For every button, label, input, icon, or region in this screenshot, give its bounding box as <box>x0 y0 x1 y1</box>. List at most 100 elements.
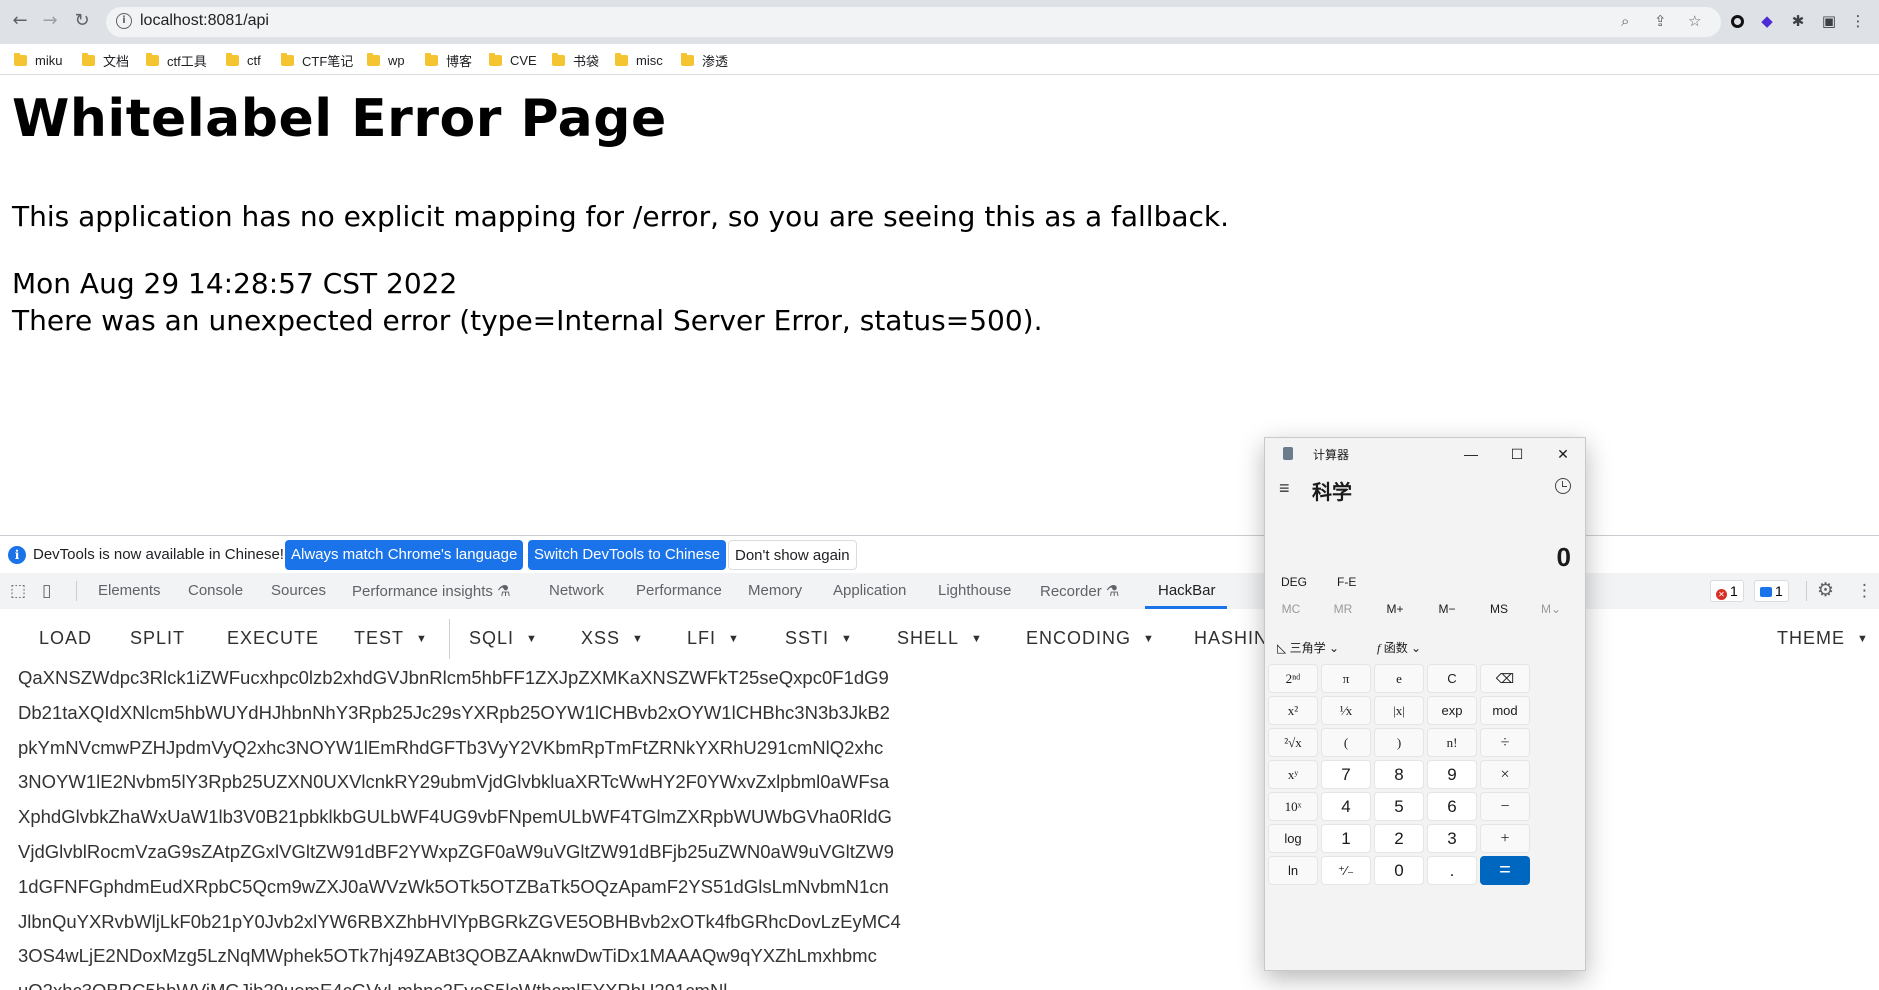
memory-clear-button[interactable]: MC <box>1265 602 1317 616</box>
memory-add-button[interactable]: M+ <box>1369 602 1421 616</box>
euler-key[interactable]: e <box>1374 664 1424 693</box>
digit-7-key[interactable]: 7 <box>1321 760 1371 789</box>
extension-diamond-icon[interactable]: ◆ <box>1757 11 1777 31</box>
history-icon[interactable] <box>1555 478 1571 494</box>
trigonometry-dropdown[interactable]: ◺ 三角学 ⌄ <box>1277 639 1339 656</box>
switch-to-chinese-button[interactable]: Switch DevTools to Chinese <box>528 540 726 570</box>
absolute-key[interactable]: |x| <box>1374 696 1424 725</box>
execute-button[interactable]: EXECUTE <box>227 628 319 649</box>
tab-performance[interactable]: Performance <box>636 582 722 599</box>
digit-9-key[interactable]: 9 <box>1427 760 1477 789</box>
hackbar-payload-textarea[interactable]: QaXNSZWdpc3Rlck1iZWFucxhpc0lzb2xhdGVJbnR… <box>0 667 1879 990</box>
calculator-titlebar[interactable]: 计算器 — ☐ ✕ <box>1265 438 1585 470</box>
site-info-icon[interactable]: i <box>116 13 132 29</box>
load-button[interactable]: LOAD <box>39 628 92 649</box>
maximize-icon[interactable]: ☐ <box>1505 442 1529 466</box>
zoom-icon[interactable]: ⌕ <box>1621 12 1629 30</box>
menu-icon[interactable]: ⋮ <box>1848 11 1868 31</box>
backspace-key[interactable]: ⌫ <box>1480 664 1530 693</box>
back-icon[interactable]: ← <box>8 9 32 33</box>
tab-application[interactable]: Application <box>833 582 906 599</box>
dont-show-again-button[interactable]: Don't show again <box>728 540 857 570</box>
digit-2-key[interactable]: 2 <box>1374 824 1424 853</box>
digit-8-key[interactable]: 8 <box>1374 760 1424 789</box>
bookmark-folder[interactable]: wp <box>367 51 405 69</box>
digit-0-key[interactable]: 0 <box>1374 856 1424 885</box>
tab-performance-insights[interactable]: Performance insights ⚗ <box>352 582 511 600</box>
bookmark-folder[interactable]: 渗透 <box>681 51 728 69</box>
bookmark-folder[interactable]: CVE <box>489 51 537 69</box>
reload-icon[interactable]: ↻ <box>70 9 94 33</box>
test-dropdown[interactable]: TEST ▼ <box>354 628 428 649</box>
tab-lighthouse[interactable]: Lighthouse <box>938 582 1011 599</box>
function-dropdown[interactable]: f 函数 ⌄ <box>1377 639 1421 656</box>
second-function-key[interactable]: 2ⁿᵈ <box>1268 664 1318 693</box>
ln-key[interactable]: ln <box>1268 856 1318 885</box>
bookmark-folder[interactable]: miku <box>14 51 62 69</box>
fe-button[interactable]: F-E <box>1337 575 1356 589</box>
url-text[interactable]: localhost:8081/api <box>140 12 269 30</box>
bookmark-folder[interactable]: 书袋 <box>552 51 599 69</box>
xss-dropdown[interactable]: XSS ▼ <box>581 628 644 649</box>
close-icon[interactable]: ✕ <box>1551 442 1575 466</box>
bookmark-folder[interactable]: misc <box>615 51 663 69</box>
sqli-dropdown[interactable]: SQLI ▼ <box>469 628 538 649</box>
memory-subtract-button[interactable]: M− <box>1421 602 1473 616</box>
always-match-language-button[interactable]: Always match Chrome's language <box>285 540 524 570</box>
pi-key[interactable]: π <box>1321 664 1371 693</box>
subtract-key[interactable]: − <box>1480 792 1530 821</box>
ssti-dropdown[interactable]: SSTI ▼ <box>785 628 853 649</box>
tab-memory[interactable]: Memory <box>748 582 802 599</box>
factorial-key[interactable]: n! <box>1427 728 1477 757</box>
tab-hackbar[interactable]: HackBar <box>1158 582 1216 599</box>
side-panel-icon[interactable]: ▣ <box>1819 11 1839 31</box>
hamburger-menu-icon[interactable]: ≡ <box>1279 478 1290 499</box>
digit-3-key[interactable]: 3 <box>1427 824 1477 853</box>
clear-key[interactable]: C <box>1427 664 1477 693</box>
equals-key[interactable]: = <box>1480 856 1530 885</box>
lfi-dropdown[interactable]: LFI ▼ <box>687 628 740 649</box>
reciprocal-key[interactable]: ¹⁄x <box>1321 696 1371 725</box>
decimal-key[interactable]: . <box>1427 856 1477 885</box>
ten-power-key[interactable]: 10ˣ <box>1268 792 1318 821</box>
power-key[interactable]: xʸ <box>1268 760 1318 789</box>
multiply-key[interactable]: × <box>1480 760 1530 789</box>
inspect-element-icon[interactable]: ⬚ <box>10 581 26 601</box>
memory-recall-button[interactable]: MR <box>1317 602 1369 616</box>
bookmark-folder[interactable]: CTF笔记 <box>281 51 353 69</box>
share-icon[interactable]: ⇪ <box>1654 12 1667 30</box>
forward-icon[interactable]: → <box>38 9 62 33</box>
memory-store-button[interactable]: MS <box>1473 602 1525 616</box>
device-toolbar-icon[interactable]: ▯ <box>42 581 51 601</box>
open-paren-key[interactable]: ( <box>1321 728 1371 757</box>
log-key[interactable]: log <box>1268 824 1318 853</box>
bookmark-folder[interactable]: 文档 <box>82 51 129 69</box>
tab-elements[interactable]: Elements <box>98 582 161 599</box>
devtools-menu-icon[interactable]: ⋮ <box>1856 581 1873 601</box>
extensions-puzzle-icon[interactable]: ✱ <box>1788 11 1808 31</box>
bookmark-star-icon[interactable]: ☆ <box>1688 12 1701 30</box>
digit-1-key[interactable]: 1 <box>1321 824 1371 853</box>
mod-key[interactable]: mod <box>1480 696 1530 725</box>
shell-dropdown[interactable]: SHELL ▼ <box>897 628 983 649</box>
hashing-dropdown[interactable]: HASHIN <box>1194 628 1268 649</box>
add-key[interactable]: + <box>1480 824 1530 853</box>
negate-key[interactable]: ⁺∕₋ <box>1321 856 1371 885</box>
settings-gear-icon[interactable]: ⚙ <box>1817 579 1834 601</box>
square-key[interactable]: x² <box>1268 696 1318 725</box>
digit-5-key[interactable]: 5 <box>1374 792 1424 821</box>
memory-list-button[interactable]: M⌄ <box>1525 602 1577 616</box>
address-bar[interactable]: i localhost:8081/api ⌕ ⇪ ☆ <box>106 7 1721 37</box>
digit-4-key[interactable]: 4 <box>1321 792 1371 821</box>
split-button[interactable]: SPLIT <box>130 628 185 649</box>
angle-mode-button[interactable]: DEG <box>1281 575 1307 589</box>
tab-sources[interactable]: Sources <box>271 582 326 599</box>
square-root-key[interactable]: ²√x <box>1268 728 1318 757</box>
tab-recorder[interactable]: Recorder ⚗ <box>1040 582 1119 600</box>
extension-circle-icon[interactable] <box>1727 11 1747 31</box>
digit-6-key[interactable]: 6 <box>1427 792 1477 821</box>
error-count-badge[interactable]: ✕ 1 <box>1710 580 1744 602</box>
encoding-dropdown[interactable]: ENCODING ▼ <box>1026 628 1155 649</box>
minimize-icon[interactable]: — <box>1459 442 1483 466</box>
bookmark-folder[interactable]: ctf工具 <box>146 51 207 69</box>
